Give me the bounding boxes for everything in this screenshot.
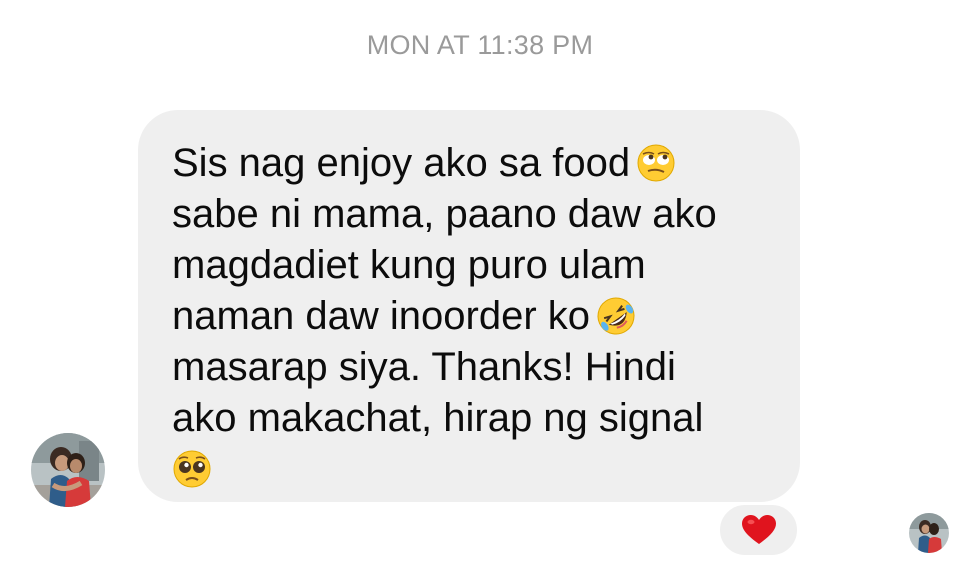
chat-screen: MON AT 11:38 PM Sis nag enjoy ako sa foo… [0, 0, 960, 567]
sender-avatar[interactable] [31, 433, 105, 507]
red-heart-icon [741, 515, 776, 544]
message-line: Sis nag enjoy ako sa food [172, 138, 780, 189]
heart-reaction[interactable] [717, 502, 800, 558]
message-line: ako makachat, hirap ng signal [172, 396, 704, 440]
profile-photo-icon [31, 433, 105, 507]
pleading-face-emoji-icon [173, 450, 211, 488]
message-line: magdadiet kung puro ulam [172, 243, 646, 287]
message-line: naman daw inoorder ko [172, 291, 780, 342]
message-line: masarap siya. Thanks! Hindi [172, 345, 676, 389]
message-line: sabe ni mama, paano daw ako [172, 192, 717, 236]
seen-profile-photo-icon [909, 513, 949, 553]
seen-receipt-avatar [909, 513, 949, 553]
message-timestamp: MON AT 11:38 PM [366, 30, 594, 60]
received-message-bubble[interactable]: Sis nag enjoy ako sa food sabe ni mama, … [138, 110, 800, 502]
relieved-rolling-eyes-emoji-icon [637, 144, 675, 182]
message-line [172, 444, 780, 495]
rolling-on-floor-laughing-emoji-icon [597, 297, 635, 335]
